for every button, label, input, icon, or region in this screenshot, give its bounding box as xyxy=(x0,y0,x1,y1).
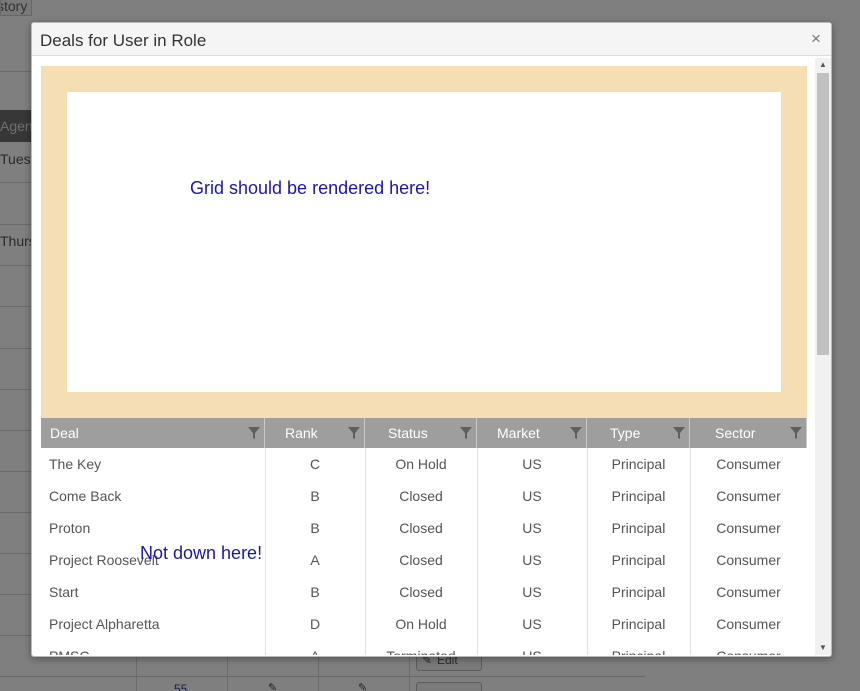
column-header-rank[interactable]: Rank xyxy=(265,418,365,448)
cell-type: Principal xyxy=(611,584,666,600)
cell-sector: Consumer xyxy=(690,640,807,655)
deals-dialog: Deals for User in Role × ▲ ▼ Grid should… xyxy=(31,22,832,657)
column-header-label: Status xyxy=(388,425,428,441)
column-divider xyxy=(690,448,691,655)
cell-sector: Consumer xyxy=(716,584,781,600)
cell-type: Principal xyxy=(587,640,690,655)
table-row[interactable]: PMSCATerminatedUSPrincipalConsumer xyxy=(41,640,807,655)
cell-market: US xyxy=(522,520,542,536)
filter-icon[interactable] xyxy=(248,427,260,439)
column-header-label: Market xyxy=(497,425,540,441)
cell-rank: B xyxy=(310,488,320,504)
grid-header: Deal Rank Status Market Type Sector xyxy=(41,418,807,448)
cell-sector: Consumer xyxy=(716,552,781,568)
placeholder-message: Grid should be rendered here! xyxy=(190,178,431,198)
scroll-up-icon[interactable]: ▲ xyxy=(815,58,831,72)
cell-type: Principal xyxy=(611,552,666,568)
filter-icon[interactable] xyxy=(570,427,582,439)
dialog-title: Deals for User in Role xyxy=(40,31,207,50)
cell-status: Terminated xyxy=(365,640,477,655)
cell-rank: B xyxy=(310,520,320,536)
cell-rank: B xyxy=(310,584,320,600)
cell-rank: C xyxy=(309,456,321,472)
cell-sector: Consumer xyxy=(716,616,781,632)
filter-icon[interactable] xyxy=(673,427,685,439)
column-divider xyxy=(365,448,366,655)
cell-type: Principal xyxy=(611,520,666,536)
deals-grid: Deal Rank Status Market Type Sector The Key C O… xyxy=(41,418,807,655)
table-row[interactable]: Start B Closed US Principal Consumer xyxy=(41,576,807,608)
column-header-label: Type xyxy=(610,425,641,441)
cell-deal: Project Alpharetta xyxy=(49,616,160,632)
column-divider xyxy=(587,448,588,655)
cell-sector: Consumer xyxy=(716,456,781,472)
column-header-label: Deal xyxy=(50,425,79,441)
cell-status: Closed xyxy=(399,584,443,600)
dialog-scrollbar[interactable]: ▲ ▼ xyxy=(815,58,831,655)
dialog-content: Grid should be rendered here! Deal Rank St… xyxy=(40,65,808,655)
cell-rank: A xyxy=(265,640,365,655)
table-row[interactable]: The Key C On Hold US Principal Consumer xyxy=(41,448,807,480)
cell-status: On Hold xyxy=(395,616,447,632)
grid-placeholder-panel: Grid should be rendered here! xyxy=(41,66,807,418)
cell-type: Principal xyxy=(611,456,666,472)
cell-deal: PMSC xyxy=(41,640,265,655)
scroll-thumb[interactable] xyxy=(817,73,829,355)
cell-rank: A xyxy=(310,552,320,568)
cell-status: On Hold xyxy=(395,456,447,472)
table-row[interactable]: Proton B Closed US Principal Consumer xyxy=(41,512,807,544)
column-header-label: Rank xyxy=(285,425,318,441)
column-header-label: Sector xyxy=(715,425,756,441)
filter-icon[interactable] xyxy=(348,427,360,439)
column-header-market[interactable]: Market xyxy=(477,418,587,448)
table-row[interactable]: Project Alpharetta D On Hold US Principal Con… xyxy=(41,608,807,640)
cell-market: US xyxy=(522,616,542,632)
cell-status: Closed xyxy=(399,488,443,504)
cell-status: Closed xyxy=(399,552,443,568)
filter-icon[interactable] xyxy=(460,427,472,439)
close-icon[interactable]: × xyxy=(808,29,824,49)
cell-deal: The Key xyxy=(49,456,102,472)
table-row[interactable]: Come Back B Closed US Principal Consumer xyxy=(41,480,807,512)
cell-market: US xyxy=(477,640,587,655)
cell-deal: Come Back xyxy=(49,488,122,504)
scroll-down-icon[interactable]: ▼ xyxy=(815,641,831,655)
cell-sector: Consumer xyxy=(716,488,781,504)
grid-placeholder-box: Grid should be rendered here! xyxy=(67,92,781,392)
cell-market: US xyxy=(522,552,542,568)
cell-rank: D xyxy=(309,616,321,632)
column-header-sector[interactable]: Sector xyxy=(690,418,807,448)
cell-sector: Consumer xyxy=(716,520,781,536)
column-divider xyxy=(265,448,266,655)
column-header-type[interactable]: Type xyxy=(587,418,690,448)
cell-deal: Proton xyxy=(49,520,91,536)
cell-market: US xyxy=(522,488,542,504)
filter-icon[interactable] xyxy=(790,427,802,439)
cell-deal: Start xyxy=(49,584,79,600)
cell-type: Principal xyxy=(611,616,666,632)
cell-type: Principal xyxy=(611,488,666,504)
cell-market: US xyxy=(522,456,542,472)
column-divider xyxy=(477,448,478,655)
dialog-titlebar[interactable]: Deals for User in Role × xyxy=(32,23,831,56)
misplaced-message: Not down here! xyxy=(140,543,263,563)
cell-market: US xyxy=(522,584,542,600)
cell-status: Closed xyxy=(399,520,443,536)
grid-body: The Key C On Hold US Principal Consumer Come B… xyxy=(41,448,807,655)
column-header-deal[interactable]: Deal xyxy=(41,418,265,448)
column-header-status[interactable]: Status xyxy=(365,418,477,448)
